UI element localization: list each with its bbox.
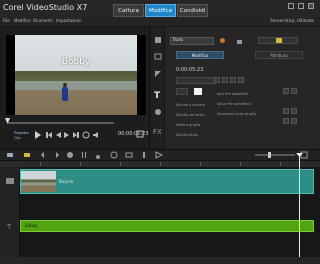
close-button[interactable]	[308, 3, 314, 9]
svg-text:T: T	[154, 91, 161, 99]
app-title: Corel VideoStudio X7	[3, 3, 88, 12]
tab-capture[interactable]: Cattura	[113, 4, 144, 17]
title-track-icon[interactable]: T	[5, 222, 15, 230]
clip-mode-label[interactable]: Clip	[14, 136, 21, 140]
timeline-view-icon[interactable]	[23, 151, 31, 159]
position-button-1[interactable]	[283, 88, 289, 94]
option-label-3: Mostra griglia	[176, 123, 200, 127]
option-label-4: Allinea titolo	[176, 133, 198, 137]
subtitle-icon[interactable]	[125, 151, 133, 159]
position-button-4[interactable]	[291, 108, 297, 114]
position-button-3[interactable]	[283, 108, 289, 114]
font-family-select[interactable]	[176, 77, 216, 84]
minimize-button[interactable]	[288, 3, 294, 9]
font-size-field[interactable]	[176, 88, 188, 95]
svg-text:FX: FX	[153, 128, 162, 135]
playhead[interactable]	[299, 155, 300, 258]
project-mode-label[interactable]: Progetto	[14, 131, 29, 135]
save-subtitle-file[interactable]: Salva file sottotitoli	[217, 102, 251, 106]
next-frame-icon[interactable]	[63, 131, 71, 139]
svg-text:T: T	[6, 223, 12, 230]
video-clip-thumbnail	[21, 171, 56, 192]
position-button-2[interactable]	[291, 88, 297, 94]
ruler-tick	[240, 162, 241, 166]
title-font-value: Titolo	[172, 37, 184, 42]
menu-edit[interactable]: Modifica	[14, 18, 31, 23]
ruler-tick	[280, 162, 281, 166]
menu-tools[interactable]: Strumenti	[33, 18, 53, 23]
ruler-tick	[120, 162, 121, 166]
menu-file[interactable]: File	[3, 18, 10, 23]
menu-settings[interactable]: Impostazioni	[56, 18, 81, 23]
tab-share[interactable]: Condividi	[177, 4, 208, 17]
maximize-button[interactable]	[298, 3, 304, 9]
options-slider-handle[interactable]	[276, 38, 282, 43]
expand-icon[interactable]	[136, 130, 144, 138]
video-clip-name: Bicycle	[59, 179, 74, 184]
video-preview[interactable]: Bobby	[6, 35, 146, 115]
bold-button[interactable]	[214, 77, 220, 83]
storyboard-view-icon[interactable]	[6, 151, 14, 159]
timeline-scrollbar[interactable]	[0, 257, 320, 264]
open-subtitle-file[interactable]: Apri file sottotitoli	[217, 92, 248, 96]
preview-ground	[15, 90, 137, 115]
position-button-6[interactable]	[291, 118, 297, 124]
end-icon[interactable]	[72, 131, 80, 139]
show-grid-lines[interactable]: Visualizza linee griglia	[217, 112, 256, 116]
volume-icon[interactable]	[92, 131, 100, 139]
home-icon[interactable]	[45, 131, 53, 139]
underline-button[interactable]	[230, 77, 236, 83]
tab-options-edit[interactable]: Modifica	[176, 51, 224, 59]
title-caption[interactable]: Bobby	[6, 57, 146, 67]
align-left-button[interactable]	[238, 77, 244, 83]
zoom-slider[interactable]	[255, 154, 295, 156]
motion-icon[interactable]	[110, 151, 118, 159]
transition-icon[interactable]	[154, 70, 162, 78]
split-icon[interactable]	[140, 151, 148, 159]
zoom-slider-handle[interactable]	[268, 152, 271, 158]
title-clip[interactable]	[20, 220, 314, 232]
font-color-swatch[interactable]	[194, 88, 202, 95]
ruler-tick	[200, 162, 201, 166]
scrubber-track[interactable]	[8, 122, 114, 124]
repeat-icon[interactable]	[82, 131, 90, 139]
option-label-1: Allinea a sinistra	[176, 103, 205, 107]
italic-button[interactable]	[222, 77, 228, 83]
record-icon[interactable]	[66, 151, 74, 159]
prev-frame-icon[interactable]	[54, 131, 62, 139]
duration-field[interactable]: 0:00:05:23	[176, 67, 203, 73]
gear-icon[interactable]	[219, 37, 226, 44]
audio-mixer-icon[interactable]	[80, 151, 88, 159]
instant-project-icon[interactable]	[154, 52, 162, 60]
tab-edit[interactable]: Modifica	[145, 4, 176, 17]
tab-options-attribute[interactable]: Attributo	[255, 51, 303, 59]
ruler-tick	[80, 162, 81, 166]
position-button-5[interactable]	[283, 118, 289, 124]
play-icon[interactable]	[34, 131, 42, 139]
undo-icon[interactable]	[40, 151, 48, 159]
chapter-icon[interactable]	[155, 151, 163, 159]
ruler-tick	[40, 162, 41, 166]
title-icon[interactable]: T	[153, 90, 162, 99]
filter-icon[interactable]: FX	[153, 126, 163, 135]
title-clip-name: Bobby	[25, 223, 38, 228]
lock-icon[interactable]	[236, 37, 243, 44]
media-icon[interactable]	[154, 36, 162, 44]
video-track-icon[interactable]	[5, 177, 15, 185]
option-label-2: Sfondo del testo	[176, 113, 205, 117]
redo-icon[interactable]	[52, 151, 60, 159]
ruler-tick	[160, 162, 161, 166]
preview-person	[62, 87, 68, 101]
edition-label: Sensoristica, Ultimate	[270, 18, 314, 23]
graphic-icon[interactable]	[154, 108, 162, 116]
auto-music-icon[interactable]	[95, 151, 103, 159]
